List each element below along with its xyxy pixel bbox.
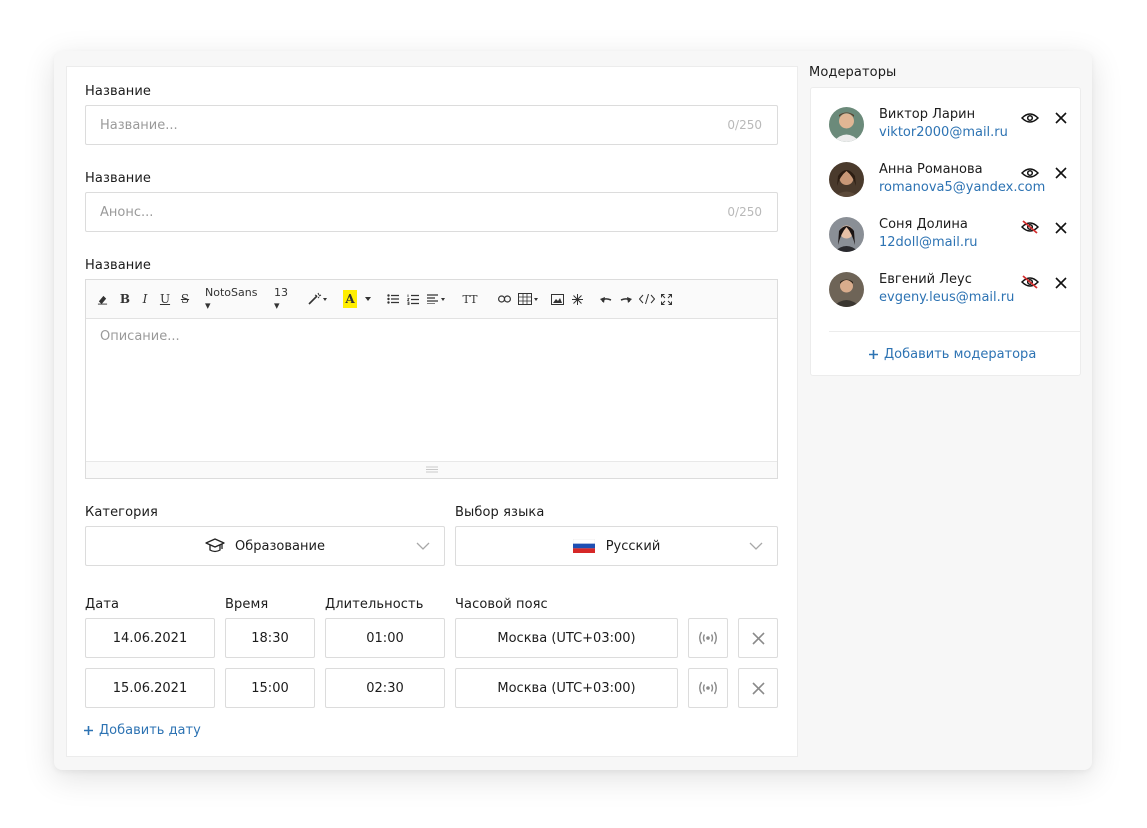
plus-icon — [84, 726, 93, 735]
language-value: Русский — [605, 538, 661, 554]
redo-icon[interactable] — [619, 290, 633, 308]
broadcast-button[interactable] — [688, 668, 728, 708]
date-header: Дата — [85, 597, 120, 612]
title-input[interactable]: Название... 0/250 — [85, 105, 778, 145]
font-family-select[interactable]: NotoSans ▾ — [205, 286, 263, 312]
plus-icon — [869, 350, 878, 359]
announce-counter: 0/250 — [727, 205, 762, 219]
remove-date-button[interactable] — [738, 618, 778, 658]
avatar — [829, 162, 864, 197]
time-input[interactable]: 18:30 — [225, 618, 315, 658]
eraser-icon[interactable] — [95, 290, 109, 308]
code-view-icon[interactable] — [638, 290, 656, 308]
chevron-down-icon — [416, 540, 430, 555]
broadcast-icon — [697, 631, 719, 645]
time-input[interactable]: 15:00 — [225, 668, 315, 708]
avatar — [829, 217, 864, 252]
moderator-name: Анна Романова — [879, 162, 983, 177]
announce-placeholder: Анонс... — [100, 204, 154, 220]
add-date-button[interactable]: Добавить дату — [84, 723, 201, 738]
announce-label: Название — [85, 171, 152, 186]
editor-toolbar: B I U S NotoSans ▾ 13 ▾ A TT — [86, 280, 777, 319]
description-placeholder: Описание... — [100, 329, 180, 344]
table-icon[interactable] — [517, 290, 541, 308]
title-label: Название — [85, 84, 152, 99]
eye-icon[interactable] — [1020, 109, 1040, 128]
broadcast-icon — [697, 681, 719, 695]
title-placeholder: Название... — [100, 117, 178, 133]
add-date-label: Добавить дату — [99, 723, 201, 738]
moderators-panel: Виктор Ларин viktor2000@mail.ru Анна Ром… — [810, 87, 1081, 376]
graduation-cap-icon — [205, 538, 225, 554]
russia-flag-icon — [572, 539, 595, 553]
magic-wand-icon[interactable] — [306, 290, 330, 308]
eye-icon[interactable] — [1020, 164, 1040, 183]
close-icon — [751, 631, 765, 645]
remove-moderator-icon[interactable] — [1055, 274, 1067, 293]
text-size-button[interactable]: TT — [458, 290, 482, 308]
link-icon[interactable] — [497, 290, 511, 308]
date-input[interactable]: 14.06.2021 — [85, 618, 215, 658]
avatar — [829, 272, 864, 307]
category-label: Категория — [85, 505, 158, 520]
language-label: Выбор языка — [455, 505, 545, 520]
font-size-select[interactable]: 13 ▾ — [274, 286, 296, 312]
language-select[interactable]: Русский — [455, 526, 778, 566]
duration-input[interactable]: 01:00 — [325, 618, 445, 658]
remove-moderator-icon[interactable] — [1055, 219, 1067, 238]
strikethrough-button[interactable]: S — [179, 290, 191, 308]
remove-moderator-icon[interactable] — [1055, 164, 1067, 183]
category-value: Образование — [235, 538, 325, 554]
chevron-down-icon — [749, 540, 763, 555]
timezone-header: Часовой пояс — [455, 597, 548, 612]
date-input[interactable]: 15.06.2021 — [85, 668, 215, 708]
description-editor: B I U S NotoSans ▾ 13 ▾ A TT Описание... — [85, 279, 778, 479]
text-color-button[interactable]: A — [343, 290, 357, 308]
fullscreen-icon[interactable] — [659, 290, 673, 308]
announce-input[interactable]: Анонс... 0/250 — [85, 192, 778, 232]
bold-button[interactable]: B — [119, 290, 131, 308]
time-header: Время — [225, 597, 269, 612]
moderator-item: Виктор Ларин viktor2000@mail.ru — [811, 107, 1080, 147]
broadcast-button[interactable] — [688, 618, 728, 658]
category-select[interactable]: Образование — [85, 526, 445, 566]
image-icon[interactable] — [550, 290, 564, 308]
moderator-item: Анна Романова romanova5@yandex.com — [811, 162, 1080, 202]
text-color-dropdown-icon[interactable] — [364, 290, 372, 308]
remove-moderator-icon[interactable] — [1055, 109, 1067, 128]
moderator-name: Евгений Леус — [879, 272, 972, 287]
duration-input[interactable]: 02:30 — [325, 668, 445, 708]
moderator-email[interactable]: viktor2000@mail.ru — [879, 125, 1008, 140]
numbered-list-icon[interactable] — [406, 290, 420, 308]
title-counter: 0/250 — [727, 118, 762, 132]
underline-button[interactable]: U — [159, 290, 171, 308]
align-icon[interactable] — [426, 290, 448, 308]
eye-hidden-icon[interactable] — [1020, 219, 1040, 238]
moderator-email[interactable]: 12doll@mail.ru — [879, 235, 978, 250]
moderator-name: Виктор Ларин — [879, 107, 976, 122]
undo-icon[interactable] — [599, 290, 613, 308]
moderator-item: Соня Долина 12doll@mail.ru — [811, 217, 1080, 257]
eye-hidden-icon[interactable] — [1020, 274, 1040, 293]
moderators-title: Модераторы — [809, 65, 897, 80]
bullet-list-icon[interactable] — [386, 290, 400, 308]
italic-button[interactable]: I — [139, 290, 151, 308]
moderators-divider — [829, 331, 1081, 332]
avatar — [829, 107, 864, 142]
moderator-email[interactable]: evgeny.leus@mail.ru — [879, 290, 1014, 305]
add-moderator-button[interactable]: Добавить модератора — [869, 347, 1036, 362]
remove-date-button[interactable] — [738, 668, 778, 708]
timezone-select[interactable]: Москва (UTC+03:00) — [455, 668, 678, 708]
editor-resize-handle[interactable] — [86, 461, 777, 478]
special-chars-icon[interactable] — [570, 290, 584, 308]
duration-header: Длительность — [325, 597, 424, 612]
moderator-item: Евгений Леус evgeny.leus@mail.ru — [811, 272, 1080, 312]
timezone-select[interactable]: Москва (UTC+03:00) — [455, 618, 678, 658]
add-moderator-label: Добавить модератора — [884, 347, 1037, 362]
description-label: Название — [85, 258, 152, 273]
close-icon — [751, 681, 765, 695]
description-textarea[interactable]: Описание... — [100, 329, 180, 344]
moderator-name: Соня Долина — [879, 217, 968, 232]
